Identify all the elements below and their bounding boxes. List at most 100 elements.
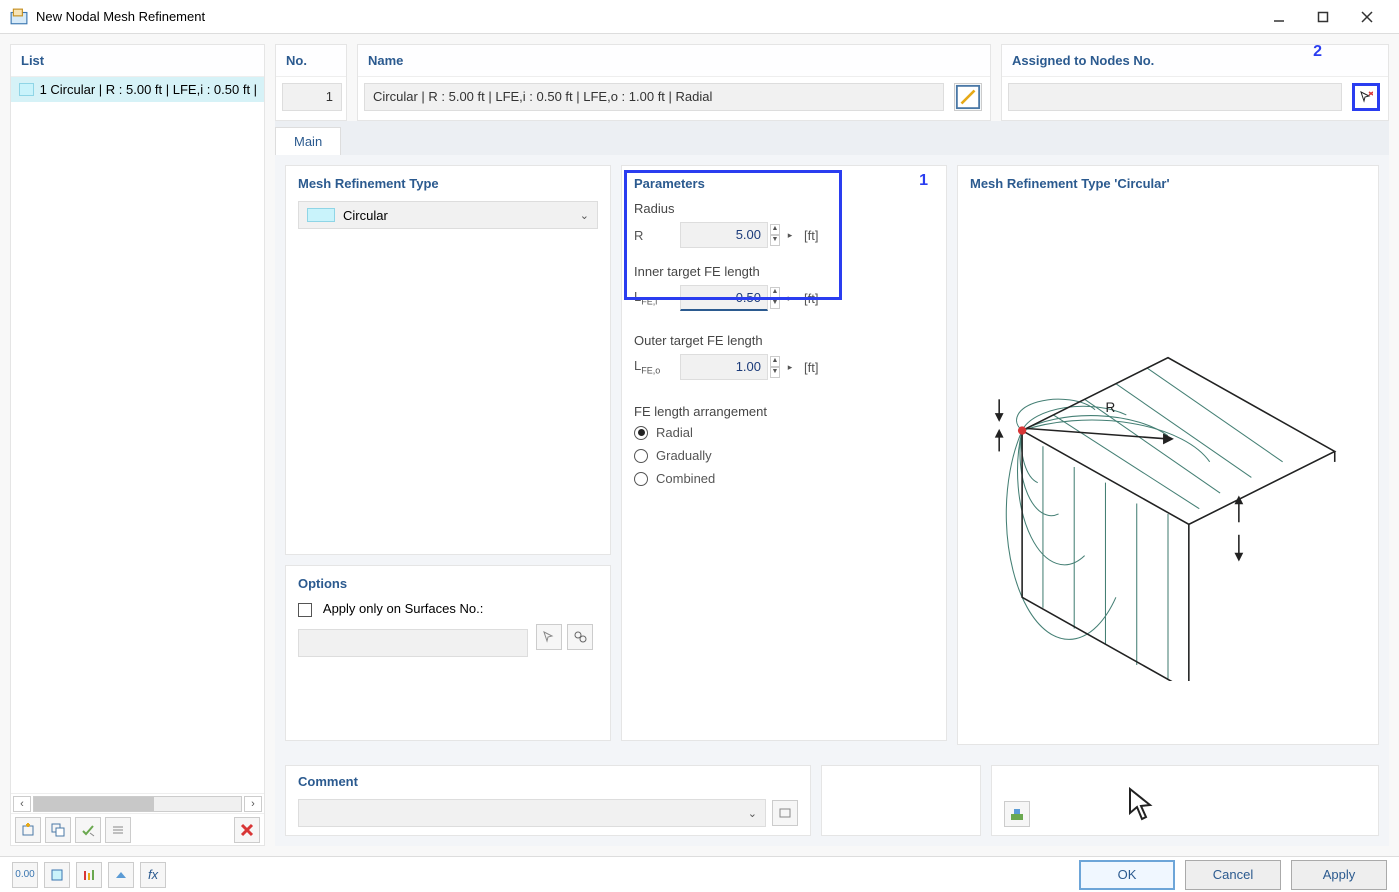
outer-step-button[interactable]: ▸: [784, 355, 796, 379]
no-input[interactable]: 1: [282, 83, 342, 111]
view-mode3-button[interactable]: [108, 862, 134, 888]
list-item-color-icon: [19, 83, 34, 96]
apply-surfaces-label: Apply only on Surfaces No.:: [323, 601, 483, 616]
pick-nodes-button[interactable]: [1352, 83, 1380, 111]
preview-header: Mesh Refinement Type 'Circular': [970, 176, 1366, 191]
lfeo-symbol: LFE,o: [634, 358, 680, 376]
delete-item-button[interactable]: [234, 817, 260, 843]
name-edit-button[interactable]: [954, 83, 982, 111]
radio-combined-label: Combined: [656, 471, 715, 486]
inner-group-label: Inner target FE length: [634, 264, 934, 279]
type-panel: Mesh Refinement Type Circular ⌄: [285, 165, 611, 555]
preview-panel: Mesh Refinement Type 'Circular': [957, 165, 1379, 745]
apply-surfaces-checkbox[interactable]: [298, 603, 312, 617]
radius-group-label: Radius: [634, 201, 934, 216]
options-panel: Options Apply only on Surfaces No.:: [285, 565, 611, 741]
window-title: New Nodal Mesh Refinement: [36, 9, 205, 24]
radio-icon: [634, 426, 648, 440]
type-value: Circular: [343, 208, 388, 223]
assigned-input[interactable]: [1008, 83, 1342, 111]
radio-gradually[interactable]: Gradually: [634, 448, 934, 463]
list-item[interactable]: 1 Circular | R : 5.00 ft | LFE,i : 0.50 …: [11, 77, 264, 102]
list-panel: List 1 Circular | R : 5.00 ft | LFE,i : …: [10, 44, 265, 846]
pick-surfaces-button[interactable]: [536, 624, 562, 650]
list-hscrollbar[interactable]: ‹ ›: [11, 793, 264, 813]
list-header: List: [11, 45, 264, 77]
close-button[interactable]: [1345, 0, 1389, 34]
tab-main[interactable]: Main: [275, 127, 341, 155]
assigned-header: Assigned to Nodes No.: [1002, 45, 1388, 77]
radius-input[interactable]: 5.00: [680, 222, 768, 248]
scroll-track[interactable]: [33, 796, 242, 812]
outer-group-label: Outer target FE length: [634, 333, 934, 348]
outer-spinner[interactable]: ▲▼: [770, 356, 780, 378]
new-item-button[interactable]: [15, 817, 41, 843]
comment-library-button[interactable]: [772, 800, 798, 826]
titlebar: New Nodal Mesh Refinement: [0, 0, 1399, 34]
no-panel: No. 1: [275, 44, 347, 121]
inner-length-input[interactable]: 0.50: [680, 285, 768, 311]
copy-item-button[interactable]: [45, 817, 71, 843]
preview-r-label: R: [1105, 400, 1115, 415]
radius-unit: [ft]: [804, 228, 818, 243]
radio-icon: [634, 449, 648, 463]
inner-unit: [ft]: [804, 291, 818, 306]
r-symbol: R: [634, 228, 680, 243]
parameters-header: Parameters: [634, 176, 934, 191]
app-icon: [10, 8, 28, 26]
arrangement-group-label: FE length arrangement: [634, 404, 934, 419]
scroll-thumb[interactable]: [34, 797, 154, 811]
name-panel: Name Circular | R : 5.00 ft | LFE,i : 0.…: [357, 44, 991, 121]
list-item-label: 1 Circular | R : 5.00 ft | LFE,i : 0.50 …: [40, 82, 256, 97]
apply-button[interactable]: Apply: [1291, 860, 1387, 890]
ok-button[interactable]: OK: [1079, 860, 1175, 890]
mesh-preview-image: R: [970, 201, 1366, 681]
assigned-panel: Assigned to Nodes No. 2: [1001, 44, 1389, 121]
list-options-button[interactable]: [105, 817, 131, 843]
svg-text:fx: fx: [148, 868, 159, 882]
function-button[interactable]: fx: [140, 862, 166, 888]
minimize-button[interactable]: [1257, 0, 1301, 34]
outer-length-input[interactable]: 1.00: [680, 354, 768, 380]
view-mode2-button[interactable]: [76, 862, 102, 888]
view-mode1-button[interactable]: [44, 862, 70, 888]
radio-gradually-label: Gradually: [656, 448, 712, 463]
check-button[interactable]: [75, 817, 101, 843]
parameters-panel: Parameters 1 Radius R 5.00 ▲▼ ▸ [ft] Inn…: [621, 165, 947, 741]
type-dropdown[interactable]: Circular ⌄: [298, 201, 598, 229]
lfei-symbol: LFE,i: [634, 289, 680, 307]
no-header: No.: [276, 45, 346, 77]
preview-toolbar-panel: [991, 765, 1379, 836]
options-header: Options: [298, 576, 598, 591]
type-header: Mesh Refinement Type: [298, 176, 598, 191]
outer-unit: [ft]: [804, 360, 818, 375]
apply-surfaces-input[interactable]: [298, 629, 528, 657]
tab-bar: Main: [275, 121, 1389, 155]
maximize-button[interactable]: [1301, 0, 1345, 34]
chevron-down-icon: ⌄: [748, 807, 757, 820]
radio-combined[interactable]: Combined: [634, 471, 934, 486]
annotation-1: 1: [919, 172, 928, 190]
comment-input[interactable]: ⌄: [298, 799, 766, 827]
cancel-button[interactable]: Cancel: [1185, 860, 1281, 890]
comment-header: Comment: [298, 774, 798, 789]
list-toolbar: [11, 813, 264, 845]
radio-radial-label: Radial: [656, 425, 693, 440]
radius-spinner[interactable]: ▲▼: [770, 224, 780, 246]
scroll-right-icon[interactable]: ›: [244, 796, 262, 812]
cursor-icon: [1126, 787, 1158, 823]
dialog-footer: 0.00 fx OK Cancel Apply: [0, 856, 1399, 892]
find-surfaces-button[interactable]: [567, 624, 593, 650]
comment-panel: Comment ⌄: [285, 765, 811, 836]
radio-icon: [634, 472, 648, 486]
radius-step-button[interactable]: ▸: [784, 223, 796, 247]
name-input[interactable]: Circular | R : 5.00 ft | LFE,i : 0.50 ft…: [364, 83, 944, 111]
radio-radial[interactable]: Radial: [634, 425, 934, 440]
inner-step-button[interactable]: ▸: [784, 286, 796, 310]
preview-options-button[interactable]: [1004, 801, 1030, 827]
name-header: Name: [358, 45, 990, 77]
scroll-left-icon[interactable]: ‹: [13, 796, 31, 812]
units-button[interactable]: 0.00: [12, 862, 38, 888]
annotation-2: 2: [1313, 43, 1322, 61]
inner-spinner[interactable]: ▲▼: [770, 287, 780, 309]
